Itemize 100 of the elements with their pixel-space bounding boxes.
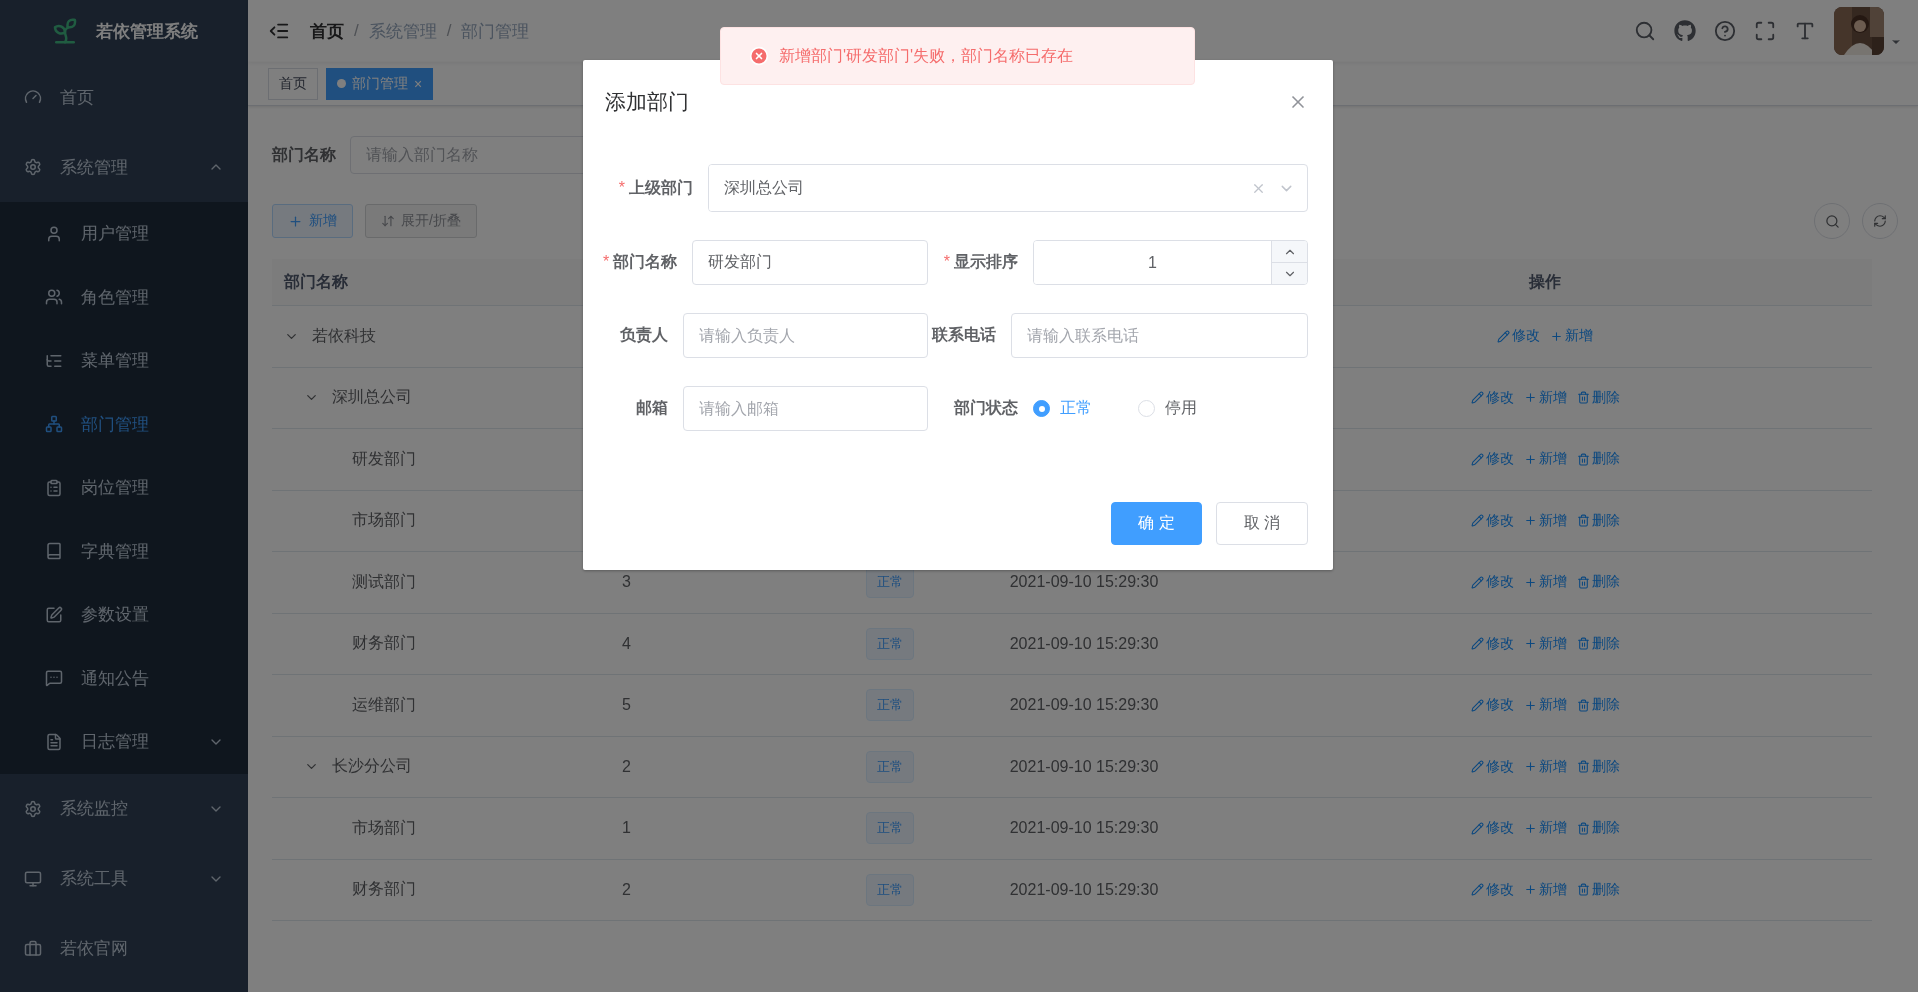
trash-icon [1576,452,1590,466]
form-label: * 显示排序 [942,252,1018,272]
action-link[interactable]: 新增 [1523,634,1567,653]
radio-option[interactable]: 停用 [1138,398,1197,419]
menu-item[interactable]: 若依官网 [0,913,248,984]
table-cell: 2021-09-10 15:29:30 [1009,634,1159,653]
tag-tab[interactable]: 首页 [268,67,318,100]
pencil-icon [1470,391,1484,405]
table-cell: 2021-09-10 15:29:30 [1009,696,1159,715]
action-link[interactable]: 新增 [1523,388,1567,407]
search-icon [1824,213,1840,229]
table-cell: 2021-09-10 15:29:30 [1009,880,1159,899]
action-link[interactable]: 新增 [1523,450,1567,469]
action-link[interactable]: 删除 [1576,573,1620,592]
table-cell: 4 [622,634,631,653]
app-title: 若依管理系统 [96,20,198,43]
plus-icon [1523,698,1537,712]
action-link[interactable]: 删除 [1576,880,1620,899]
action-link[interactable]: 新增 [1523,819,1567,838]
close-icon[interactable]: × [414,75,423,92]
gauge-icon [24,88,42,106]
plus-icon [1523,637,1537,651]
trash-icon [1576,821,1590,835]
search-button[interactable] [1814,203,1850,239]
pencil-icon [1470,452,1484,466]
input-field[interactable]: 请输入联系电话 [1011,313,1308,358]
action-link[interactable]: 修改 [1470,450,1514,469]
table-cell-text: 深圳总公司 [332,387,412,408]
plus-icon [288,213,303,229]
add-button[interactable]: 新增 [272,204,353,238]
pencil-icon [1470,821,1484,835]
form-label: 负责人 [619,325,669,346]
action-link[interactable]: 修改 [1470,880,1514,899]
menu-item[interactable]: 系统工具 [0,843,248,914]
input-field[interactable]: 请输入负责人 [683,313,928,358]
table-cell: 2021-09-10 15:29:30 [1009,757,1159,776]
pencil-icon [1470,637,1484,651]
action-link[interactable]: 删除 [1576,819,1620,838]
number-field[interactable]: 1 [1033,240,1308,285]
form-label: * 上级部门 [617,177,693,198]
gear-icon [24,799,42,818]
action-link[interactable]: 修改 [1470,511,1514,530]
cancel-button[interactable]: 取 消 [1216,502,1308,545]
action-link[interactable]: 删除 [1576,450,1620,469]
action-link[interactable]: 新增 [1523,573,1567,592]
action-link[interactable]: 删除 [1576,388,1620,407]
plus-icon [1523,391,1537,405]
font-size-icon[interactable] [1794,20,1816,42]
menu-item[interactable]: 系统监控 [0,773,248,844]
table-cell-text: 财务部门 [352,879,416,900]
github-icon[interactable] [1674,20,1696,42]
action-link[interactable]: 修改 [1470,819,1514,838]
input-field[interactable]: 请输入邮箱 [683,386,928,431]
action-link[interactable]: 新增 [1523,696,1567,715]
action-link[interactable]: 修改 [1470,634,1514,653]
table-cell-text: 运维部门 [352,694,416,715]
radio-option[interactable]: 正常 [1033,398,1092,419]
action-link[interactable]: 新增 [1550,327,1593,346]
table-cell: 2021-09-10 15:29:30 [1009,573,1159,592]
action-link[interactable]: 删除 [1576,757,1620,776]
search-icon[interactable] [1634,20,1656,42]
book-icon [45,542,63,561]
users-icon [45,288,63,307]
pencil-icon [1470,760,1484,774]
action-link[interactable]: 删除 [1576,696,1620,715]
message-text: 新增部门'研发部门'失败，部门名称已存在 [779,45,1074,66]
action-link[interactable]: 新增 [1523,757,1567,776]
table-cell-text: 研发部门 [352,448,416,469]
status-tag: 正常 [866,750,914,783]
action-link[interactable]: 删除 [1576,634,1620,653]
action-link[interactable]: 新增 [1523,880,1567,899]
menu-item[interactable]: 系统管理 [0,132,248,202]
action-link[interactable]: 新增 [1523,511,1567,530]
plus-icon [1523,760,1537,774]
table-cell-text: 市场部门 [352,510,416,531]
action-link[interactable]: 修改 [1470,573,1514,592]
fullscreen-icon[interactable] [1754,20,1776,42]
menu-item[interactable]: 首页 [0,62,248,132]
sort-arrows-icon [381,214,395,228]
tag-tab[interactable]: 部门管理 × [326,67,434,100]
breadcrumb-item[interactable]: 首页 [310,19,344,43]
status-tag: 正常 [866,627,914,660]
dot-icon [337,79,346,88]
action-link[interactable]: 修改 [1497,327,1540,346]
table-cell: 2 [622,757,631,776]
trash-icon [1576,514,1590,528]
input-field[interactable]: 研发部门 [692,240,928,285]
status-tag: 正常 [866,689,914,722]
help-icon[interactable] [1714,20,1736,42]
action-link[interactable]: 删除 [1576,511,1620,530]
refresh-button[interactable] [1862,203,1898,239]
action-link[interactable]: 修改 [1470,696,1514,715]
trash-icon [1576,698,1590,712]
plus-icon [1523,514,1537,528]
edit-icon [45,605,63,624]
status-tag: 正常 [866,812,914,845]
confirm-button[interactable]: 确 定 [1111,502,1202,545]
action-link[interactable]: 修改 [1470,388,1514,407]
table-cell-text: 财务部门 [352,633,416,654]
action-link[interactable]: 修改 [1470,757,1514,776]
